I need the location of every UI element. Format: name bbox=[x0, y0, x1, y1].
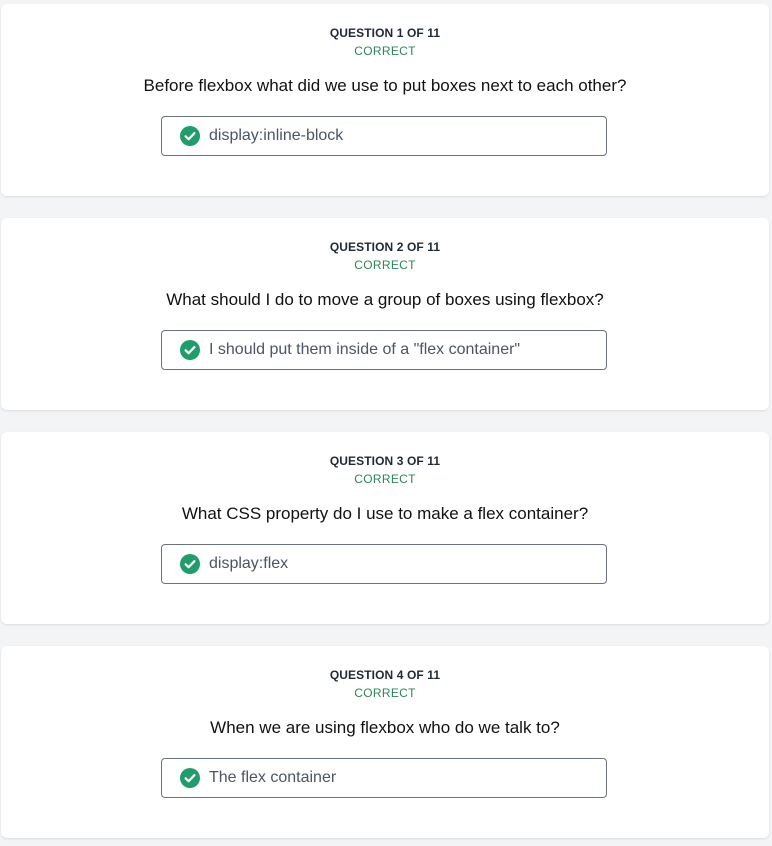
check-circle-icon bbox=[180, 126, 200, 146]
check-circle-icon bbox=[180, 554, 200, 574]
question-number: QUESTION 1 OF 11 bbox=[329, 26, 441, 40]
check-circle-icon bbox=[180, 768, 200, 788]
question-text: Before flexbox what did we use to put bo… bbox=[143, 76, 627, 95]
selected-answer[interactable]: display:inline-block bbox=[161, 116, 607, 156]
answer-text: The flex container bbox=[209, 769, 337, 786]
answer-text: display:flex bbox=[209, 555, 289, 572]
result-status: CORRECT bbox=[354, 472, 416, 486]
question-card: QUESTION 3 OF 11 CORRECT What CSS proper… bbox=[1, 432, 769, 624]
question-number: QUESTION 3 OF 11 bbox=[329, 454, 441, 468]
selected-answer[interactable]: display:flex bbox=[161, 544, 607, 584]
question-number: QUESTION 4 OF 11 bbox=[329, 668, 441, 682]
answer-text: display:inline-block bbox=[209, 127, 344, 144]
answer-text: I should put them inside of a "flex cont… bbox=[209, 341, 521, 358]
question-text: When we are using flexbox who do we talk… bbox=[210, 718, 560, 737]
question-card: QUESTION 1 OF 11 CORRECT Before flexbox … bbox=[1, 4, 769, 196]
check-circle-icon bbox=[180, 340, 200, 360]
selected-answer[interactable]: I should put them inside of a "flex cont… bbox=[161, 330, 607, 370]
result-status: CORRECT bbox=[354, 44, 416, 58]
question-card: QUESTION 2 OF 11 CORRECT What should I d… bbox=[1, 218, 769, 410]
selected-answer[interactable]: The flex container bbox=[161, 758, 607, 798]
question-text: What CSS property do I use to make a fle… bbox=[181, 504, 589, 523]
question-number: QUESTION 2 OF 11 bbox=[329, 240, 441, 254]
question-text: What should I do to move a group of boxe… bbox=[166, 290, 604, 309]
result-status: CORRECT bbox=[354, 258, 416, 272]
question-card: QUESTION 4 OF 11 CORRECT When we are usi… bbox=[1, 646, 769, 838]
result-status: CORRECT bbox=[354, 686, 416, 700]
